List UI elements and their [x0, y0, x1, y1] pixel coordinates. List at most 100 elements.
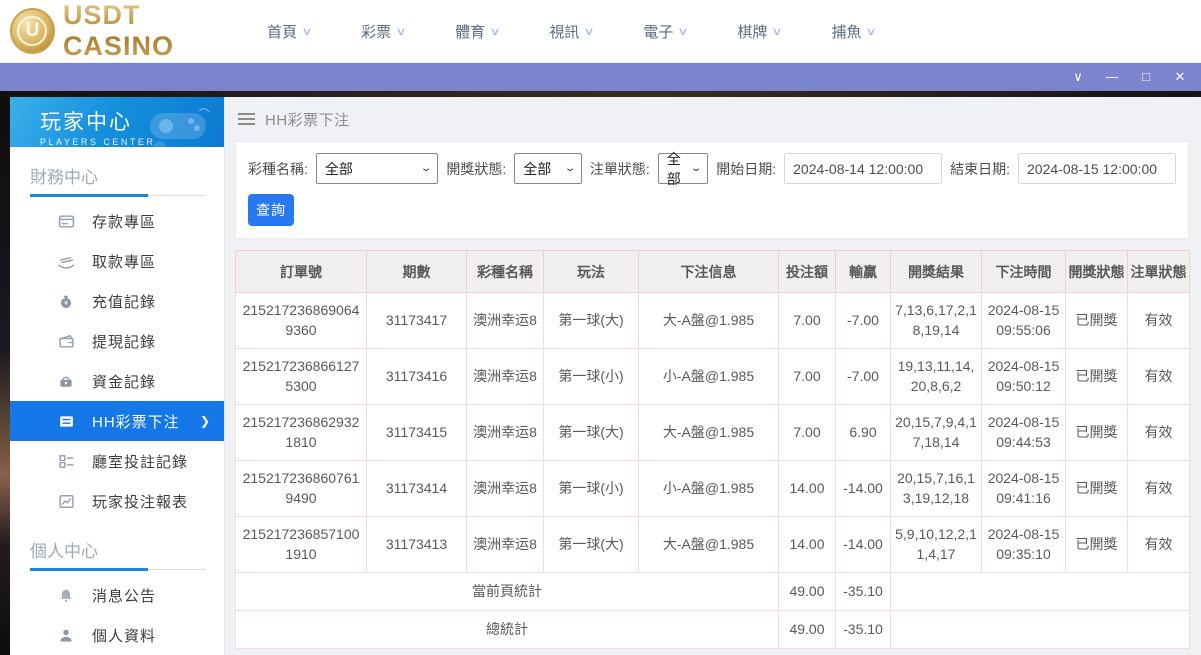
chevron-down-icon: ⌄ [690, 163, 703, 174]
search-button[interactable]: 查詢 [248, 194, 294, 226]
table-cell: 有效 [1128, 293, 1190, 349]
bets-table: 訂單號期數彩種名稱玩法下注信息投注額輸贏開獎結果下注時間開獎狀態注單狀態 215… [235, 250, 1190, 649]
table-header-row: 訂單號期數彩種名稱玩法下注信息投注額輸贏開獎結果下注時間開獎狀態注單狀態 [236, 251, 1190, 293]
main-panel: HH彩票下注 彩種名稱: 全部 ⌄ 開獎狀態: 全部 ⌄ 注單狀態: 全部 ⌄ [225, 97, 1201, 655]
coin-letter: U [17, 16, 47, 46]
section-divider [30, 194, 206, 197]
column-header: 彩種名稱 [467, 251, 544, 293]
table-cell: 2152172368571001910 [236, 517, 367, 573]
sidebar-sections: 財務中心存款專區取款專區¥充值記錄提現記錄資金記錄HH彩票下注❯廳室投註記錄玩家… [10, 147, 224, 655]
table-cell: 7.00 [779, 405, 836, 461]
nav-item-5[interactable]: 電子∨ [643, 21, 687, 42]
table-cell: 2024-08-15 09:41:16 [982, 461, 1066, 517]
table-cell: 澳洲幸运8 [467, 349, 544, 405]
deposit-card-icon [57, 213, 75, 230]
nav-label: 首頁 [267, 21, 297, 42]
table-row: 215217236866127530031173416澳洲幸运8第一球(小)小-… [236, 349, 1190, 405]
table-cell: -7.00 [836, 293, 891, 349]
table-cell: 有效 [1128, 405, 1190, 461]
nav-item-1[interactable]: 首頁 ∨ [267, 21, 311, 42]
column-header: 投注額 [779, 251, 836, 293]
nav-item-4[interactable]: 視訊∨ [549, 21, 593, 42]
lottery-name-value: 全部 [325, 159, 353, 179]
usdt-coin-icon: U [10, 8, 55, 54]
withdrawal-wallet-icon [57, 333, 75, 350]
table-row: 215217236869064936031173417澳洲幸运8第一球(大)大-… [236, 293, 1190, 349]
summary-bet-total: 49.00 [779, 611, 836, 649]
close-icon[interactable]: ✕ [1169, 63, 1191, 91]
sidebar-item-lottery-list[interactable]: HH彩票下注❯ [10, 401, 224, 441]
summary-bet-total: 49.00 [779, 573, 836, 611]
table-cell: 2024-08-15 09:35:10 [982, 517, 1066, 573]
nav-item-7[interactable]: 捕魚 ∨ [831, 21, 875, 42]
withdraw-hand-icon [57, 253, 75, 270]
nav-item-6[interactable]: 棋牌∨ [737, 21, 781, 42]
table-cell: 已開獎 [1066, 349, 1128, 405]
nav-label: 捕魚 [831, 21, 861, 42]
lottery-name-select[interactable]: 全部 ⌄ [316, 153, 439, 184]
end-date-label: 結束日期: [950, 159, 1010, 179]
table-cell: -14.00 [836, 517, 891, 573]
window-titlebar: ∨ — □ ✕ [0, 63, 1201, 91]
chevron-down-icon: ⌄ [420, 163, 433, 174]
table-cell: 有效 [1128, 349, 1190, 405]
draw-status-select[interactable]: 全部 ⌄ [514, 153, 582, 184]
table-cell: 31173416 [367, 349, 467, 405]
start-date-input[interactable] [784, 153, 942, 184]
sidebar-item-room-records[interactable]: 廳室投註記錄 [10, 441, 224, 481]
sidebar-item-label: 充值記錄 [92, 291, 156, 312]
nav-item-3[interactable]: 體育∨ [455, 21, 499, 42]
sidebar-item-report-chart[interactable]: 玩家投注報表 [10, 481, 224, 521]
filter-card: 彩種名稱: 全部 ⌄ 開獎狀態: 全部 ⌄ 注單狀態: 全部 ⌄ 開始日期: 結… [235, 141, 1189, 239]
sidebar-item-label: 取款專區 [92, 251, 156, 272]
table-row: 215217236860761949031173414澳洲幸运8第一球(小)小-… [236, 461, 1190, 517]
table-cell: 7.00 [779, 349, 836, 405]
table-cell: 31173414 [367, 461, 467, 517]
sidebar-item-withdrawal-wallet[interactable]: 提現記錄 [10, 321, 224, 361]
table-cell: 14.00 [779, 517, 836, 573]
table-cell: 第一球(小) [544, 349, 639, 405]
sidebar-item-withdraw-hand[interactable]: 取款專區 [10, 241, 224, 281]
sidebar-item-deposit-card[interactable]: 存款專區 [10, 201, 224, 241]
summary-label: 當前頁統計 [236, 573, 779, 611]
person-icon [57, 627, 75, 644]
dropdown-icon[interactable]: ∨ [1067, 63, 1089, 91]
lottery-name-label: 彩種名稱: [248, 159, 308, 179]
logo-text: USDT CASINO [63, 0, 255, 62]
chevron-down-icon: ∨ [772, 25, 783, 38]
menu-toggle-icon[interactable] [238, 113, 255, 125]
breadcrumb: HH彩票下注 [235, 97, 1189, 141]
table-cell: -7.00 [836, 349, 891, 405]
column-header: 輸贏 [836, 251, 891, 293]
nav-item-2[interactable]: 彩票∨ [361, 21, 405, 42]
table-cell: 2152172368690649360 [236, 293, 367, 349]
order-status-select[interactable]: 全部 ⌄ [658, 153, 708, 184]
chevron-down-icon: ∨ [866, 25, 877, 38]
column-header: 期數 [367, 251, 467, 293]
minimize-icon[interactable]: — [1101, 63, 1123, 91]
sidebar-item-recharge-bag[interactable]: ¥充值記錄 [10, 281, 224, 321]
column-header: 開獎狀態 [1066, 251, 1128, 293]
order-status-label: 注單狀態: [590, 159, 650, 179]
gamepad-icon [136, 105, 214, 147]
table-cell: 小-A盤@1.985 [639, 461, 779, 517]
table-cell: 第一球(大) [544, 405, 639, 461]
site-logo[interactable]: U USDT CASINO [0, 0, 255, 62]
summary-empty-cell [891, 573, 1190, 611]
table-cell: 2152172368607619490 [236, 461, 367, 517]
table-cell: 已開獎 [1066, 461, 1128, 517]
sidebar-item-bell[interactable]: 消息公告 [10, 575, 224, 615]
table-cell: 20,15,7,9,4,17,18,14 [891, 405, 982, 461]
table-cell: -14.00 [836, 461, 891, 517]
chevron-down-icon: ∨ [301, 25, 312, 38]
players-center-header: 玩家中心 PLAYERS CENTER [10, 97, 224, 147]
sidebar-item-label: 提現記錄 [92, 331, 156, 352]
table-cell: 已開獎 [1066, 517, 1128, 573]
maximize-icon[interactable]: □ [1135, 63, 1157, 91]
sidebar-item-funds-purse[interactable]: 資金記錄 [10, 361, 224, 401]
lottery-list-icon [57, 413, 75, 430]
sidebar-item-person[interactable]: 個人資料 [10, 615, 224, 655]
window-body: 玩家中心 PLAYERS CENTER 財務中心存款專區取款專區¥充值記錄提現記… [0, 97, 1201, 655]
end-date-input[interactable] [1018, 153, 1176, 184]
chevron-down-icon: ∨ [395, 25, 406, 38]
